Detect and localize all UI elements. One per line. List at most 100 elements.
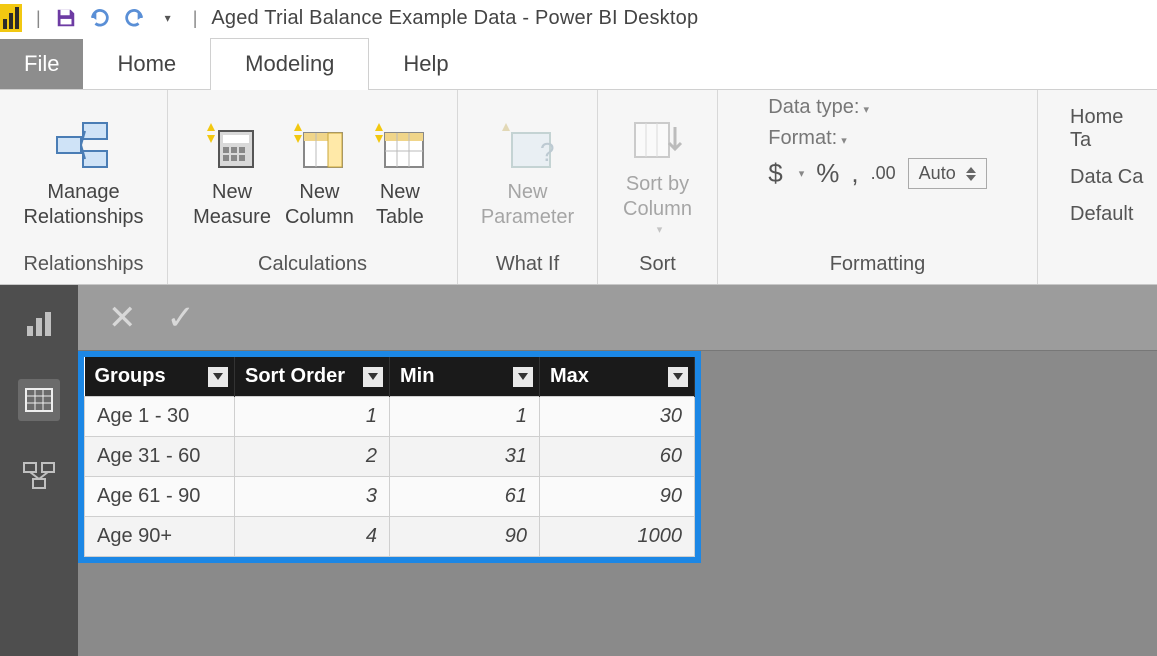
data-category-dropdown[interactable]: Data Ca xyxy=(1070,166,1143,189)
cell-min[interactable]: 1 xyxy=(390,397,540,437)
svg-text:?: ? xyxy=(540,137,554,167)
manage-relationships-button[interactable]: Manage Relationships xyxy=(23,114,143,230)
ribbon-group-calculations: New Measure New Column xyxy=(168,90,458,284)
new-measure-button[interactable]: New Measure xyxy=(193,114,271,230)
column-filter-dropdown[interactable] xyxy=(513,367,533,387)
cell-sort[interactable]: 4 xyxy=(235,517,390,557)
ribbon-group-label: What If xyxy=(496,247,559,280)
column-filter-dropdown[interactable] xyxy=(208,367,228,387)
chevron-down-icon: ▾ xyxy=(863,104,869,116)
manage-relationships-label: Manage Relationships xyxy=(23,180,143,230)
model-view-button[interactable] xyxy=(18,455,60,497)
ribbon-group-properties: Home Ta Data Ca Default xyxy=(1038,90,1157,284)
ribbon-group-formatting: Data type: ▾ Format: ▾ $ ▾ % , .00 Auto For… xyxy=(718,90,1038,284)
app-icon xyxy=(0,4,22,32)
ribbon-group-sort: Sort by Column ▾ Sort xyxy=(598,90,718,284)
column-header-groups[interactable]: Groups xyxy=(85,357,235,397)
quick-access-customize[interactable]: ▾ xyxy=(155,5,181,31)
sort-by-column-label: Sort by Column xyxy=(623,172,692,222)
cell-group[interactable]: Age 61 - 90 xyxy=(85,477,235,517)
new-parameter-button[interactable]: ? New Parameter xyxy=(481,114,574,230)
cancel-formula-icon[interactable]: ✕ xyxy=(108,298,137,338)
cell-group[interactable]: Age 31 - 60 xyxy=(85,437,235,477)
view-rail xyxy=(0,285,78,656)
new-measure-icon xyxy=(200,114,264,178)
column-header-label: Max xyxy=(550,365,589,387)
main-area: ✕ ✓ Groups Sort Order xyxy=(0,285,1157,656)
ribbon-group-whatif: ? New Parameter What If xyxy=(458,90,598,284)
redo-button[interactable] xyxy=(121,5,147,31)
new-table-button[interactable]: New Table xyxy=(368,114,432,230)
cell-sort[interactable]: 2 xyxy=(235,437,390,477)
chevron-down-icon: ▾ xyxy=(799,167,805,180)
tab-home[interactable]: Home xyxy=(83,39,210,89)
commit-formula-icon[interactable]: ✓ xyxy=(167,298,196,338)
column-filter-dropdown[interactable] xyxy=(363,367,383,387)
home-table-dropdown[interactable]: Home Ta xyxy=(1070,106,1145,152)
column-header-label: Min xyxy=(400,365,434,387)
tab-file[interactable]: File xyxy=(0,39,83,89)
cell-min[interactable]: 90 xyxy=(390,517,540,557)
tab-modeling[interactable]: Modeling xyxy=(210,38,369,90)
save-button[interactable] xyxy=(53,5,79,31)
datatype-label: Data type: xyxy=(768,96,859,118)
new-parameter-label: New Parameter xyxy=(481,180,574,230)
menu-tabs: File Home Modeling Help xyxy=(0,36,1157,90)
sort-by-column-button[interactable]: Sort by Column ▾ xyxy=(623,106,692,238)
column-header-label: Sort Order xyxy=(245,365,345,387)
data-view-button[interactable] xyxy=(18,379,60,421)
sort-by-column-icon xyxy=(625,106,689,170)
format-label: Format: xyxy=(768,127,837,149)
cell-sort[interactable]: 1 xyxy=(235,397,390,437)
cell-max[interactable]: 30 xyxy=(540,397,695,437)
spinner-icon xyxy=(966,167,976,181)
cell-sort[interactable]: 3 xyxy=(235,477,390,517)
new-table-icon xyxy=(368,114,432,178)
column-header-label: Groups xyxy=(95,365,166,387)
report-view-button[interactable] xyxy=(18,303,60,345)
tab-help[interactable]: Help xyxy=(369,39,482,89)
ribbon-group-label: Relationships xyxy=(23,247,143,280)
format-dropdown[interactable]: Format: ▾ xyxy=(768,127,846,150)
table-row[interactable]: Age 61 - 90 3 61 90 xyxy=(85,477,695,517)
ribbon-group-label: Calculations xyxy=(258,247,367,280)
cell-max[interactable]: 1000 xyxy=(540,517,695,557)
table-row[interactable]: Age 90+ 4 90 1000 xyxy=(85,517,695,557)
column-filter-dropdown[interactable] xyxy=(668,367,688,387)
ribbon-group-label: Sort xyxy=(639,247,676,280)
decimal-button[interactable]: .00 xyxy=(871,163,896,184)
cell-max[interactable]: 60 xyxy=(540,437,695,477)
default-summarization-dropdown[interactable]: Default xyxy=(1070,203,1133,226)
percent-button[interactable]: % xyxy=(816,158,839,189)
table-row[interactable]: Age 31 - 60 2 31 60 xyxy=(85,437,695,477)
new-column-button[interactable]: New Column xyxy=(285,114,354,230)
column-header-sort-order[interactable]: Sort Order xyxy=(235,357,390,397)
cell-min[interactable]: 61 xyxy=(390,477,540,517)
formula-bar[interactable]: ✕ ✓ xyxy=(78,285,1157,351)
column-header-min[interactable]: Min xyxy=(390,357,540,397)
ribbon-group-relationships: Manage Relationships Relationships xyxy=(0,90,168,284)
new-column-icon xyxy=(287,114,351,178)
currency-button[interactable]: $ xyxy=(768,158,782,189)
decimal-places-value: Auto xyxy=(919,163,956,184)
comma-button[interactable]: , xyxy=(851,158,858,189)
new-column-label: New Column xyxy=(285,180,354,230)
ribbon: Manage Relationships Relationships New M… xyxy=(0,90,1157,285)
title-bar: | ▾ | Aged Trial Balance Example Data - … xyxy=(0,0,1157,36)
cell-group[interactable]: Age 1 - 30 xyxy=(85,397,235,437)
datatype-dropdown[interactable]: Data type: ▾ xyxy=(768,96,869,119)
decimal-places-input[interactable]: Auto xyxy=(908,158,987,189)
table-row[interactable]: Age 1 - 30 1 1 30 xyxy=(85,397,695,437)
cell-min[interactable]: 31 xyxy=(390,437,540,477)
ribbon-group-label: Formatting xyxy=(830,247,926,280)
new-table-label: New Table xyxy=(376,180,424,230)
cell-group[interactable]: Age 90+ xyxy=(85,517,235,557)
separator: | xyxy=(36,8,41,29)
chevron-down-icon: ▾ xyxy=(841,135,847,147)
chevron-down-icon: ▾ xyxy=(657,224,663,238)
column-header-max[interactable]: Max xyxy=(540,357,695,397)
window-title: Aged Trial Balance Example Data - Power … xyxy=(211,7,698,30)
new-parameter-icon: ? xyxy=(496,114,560,178)
cell-max[interactable]: 90 xyxy=(540,477,695,517)
undo-button[interactable] xyxy=(87,5,113,31)
